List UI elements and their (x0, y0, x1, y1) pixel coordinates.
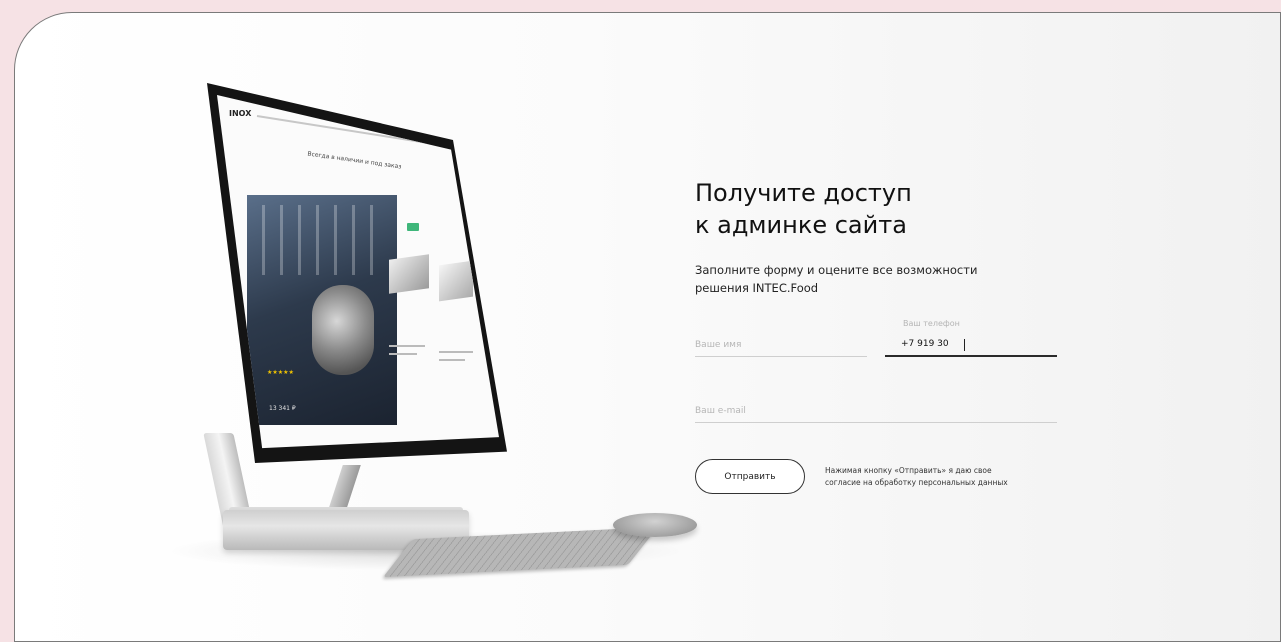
email-input[interactable] (695, 399, 1057, 423)
email-field (695, 393, 1057, 423)
product-text-4 (439, 359, 465, 361)
screen-ceiling-lights (262, 205, 382, 275)
form-subtitle: Заполните форму и оцените все возможност… (695, 263, 978, 295)
monitor-screen: INOX Всегда в наличии и под заказ ★★★★★ … (217, 95, 499, 449)
screen-price: 13 341 ₽ (269, 405, 296, 412)
rating-stars-icon: ★★★★★ (267, 369, 294, 376)
consent-text: Нажимая кнопку «Отправить» я даю свое со… (825, 466, 1008, 487)
screen-logo: INOX (229, 109, 252, 118)
name-input[interactable] (695, 333, 867, 357)
phone-input[interactable] (885, 333, 1057, 357)
product-text-2 (389, 353, 417, 355)
screen-badge (407, 223, 419, 231)
steel-coil-image (312, 285, 374, 375)
monitor-hinge (327, 465, 361, 513)
text-caret (964, 339, 965, 351)
phone-field: Ваш телефон (885, 319, 1057, 357)
access-card: INOX Всегда в наличии и под заказ ★★★★★ … (14, 12, 1281, 642)
product-text-1 (389, 345, 425, 347)
screen-title: Всегда в наличии и под заказ (306, 150, 402, 171)
name-field (695, 327, 867, 357)
submit-button[interactable]: Отправить (695, 459, 805, 494)
product-image-1 (389, 254, 429, 294)
form-heading: Получите доступ к админке сайта (695, 179, 912, 239)
mouse (613, 513, 697, 537)
computer-illustration: INOX Всегда в наличии и под заказ ★★★★★ … (15, 13, 715, 633)
phone-label: Ваш телефон (903, 319, 960, 328)
product-text-3 (439, 351, 473, 353)
product-image-2 (439, 260, 473, 302)
